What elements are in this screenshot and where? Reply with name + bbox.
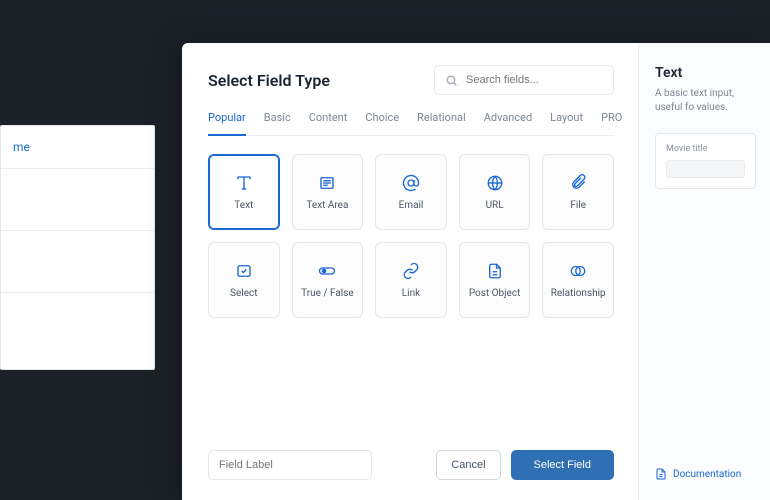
field-card-label: URL bbox=[486, 200, 504, 211]
field-card-label: Email bbox=[399, 200, 424, 211]
link-icon bbox=[402, 262, 420, 280]
field-card-file[interactable]: File bbox=[542, 154, 614, 230]
bg-panel-header: me bbox=[1, 126, 154, 169]
tab-content[interactable]: Content bbox=[309, 111, 348, 135]
field-label-input[interactable] bbox=[208, 450, 372, 480]
text-icon bbox=[235, 174, 253, 192]
field-card-label: Link bbox=[402, 288, 420, 299]
modal-title: Select Field Type bbox=[208, 71, 330, 90]
field-card-label: Text bbox=[234, 200, 253, 211]
field-card-label: File bbox=[570, 200, 586, 211]
field-card-select[interactable]: Select bbox=[208, 242, 280, 318]
field-card-url[interactable]: URL bbox=[459, 154, 531, 230]
preview-input bbox=[666, 160, 745, 178]
field-card-email[interactable]: Email bbox=[375, 154, 447, 230]
doc-label: Documentation bbox=[673, 469, 741, 480]
file-icon bbox=[569, 174, 587, 192]
tab-pro[interactable]: PRO bbox=[601, 111, 622, 135]
background-panel: me bbox=[0, 125, 155, 370]
tab-layout[interactable]: Layout bbox=[550, 111, 583, 135]
preview-box: Movie title bbox=[655, 133, 756, 189]
textarea-icon bbox=[318, 174, 336, 192]
select-icon bbox=[235, 262, 253, 280]
select-field-button[interactable]: Select Field bbox=[511, 450, 614, 480]
bg-panel-row bbox=[1, 169, 154, 231]
field-card-label: True / False bbox=[301, 288, 354, 299]
search-input-wrapper[interactable] bbox=[434, 65, 614, 95]
tabs: Popular Basic Content Choice Relational Advan… bbox=[208, 111, 614, 136]
field-card-textarea[interactable]: Text Area bbox=[292, 154, 364, 230]
footer: Cancel Select Field bbox=[208, 450, 614, 480]
field-card-text[interactable]: Text bbox=[208, 154, 280, 230]
tab-relational[interactable]: Relational bbox=[417, 111, 466, 135]
tab-advanced[interactable]: Advanced bbox=[484, 111, 532, 135]
side-desc: A basic text input, useful fo values. bbox=[655, 87, 756, 115]
modal-main: Select Field Type Popular Basic Content Cho… bbox=[182, 43, 638, 500]
tab-basic[interactable]: Basic bbox=[264, 111, 291, 135]
field-grid: Text Text Area Email URL File Select True / Fa… bbox=[208, 154, 614, 318]
search-input[interactable] bbox=[466, 74, 603, 86]
tab-choice[interactable]: Choice bbox=[365, 111, 399, 135]
doc-icon bbox=[655, 468, 667, 480]
field-card-label: Select bbox=[230, 288, 257, 299]
field-card-toggle[interactable]: True / False bbox=[292, 242, 364, 318]
field-type-modal: Select Field Type Popular Basic Content Cho… bbox=[182, 43, 770, 500]
post-icon bbox=[486, 262, 504, 280]
field-card-post[interactable]: Post Object bbox=[459, 242, 531, 318]
title-row: Select Field Type bbox=[208, 65, 614, 95]
relation-icon bbox=[569, 262, 587, 280]
bg-panel-row bbox=[1, 231, 154, 293]
search-icon bbox=[445, 74, 458, 87]
field-card-label: Post Object bbox=[469, 288, 521, 299]
field-card-label: Relationship bbox=[551, 288, 606, 299]
side-panel: Text A basic text input, useful fo value… bbox=[638, 43, 770, 500]
side-title: Text bbox=[655, 65, 756, 81]
email-icon bbox=[402, 174, 420, 192]
documentation-link[interactable]: Documentation bbox=[655, 468, 756, 480]
field-card-relation[interactable]: Relationship bbox=[542, 242, 614, 318]
tab-popular[interactable]: Popular bbox=[208, 111, 246, 136]
url-icon bbox=[486, 174, 504, 192]
field-card-label: Text Area bbox=[306, 200, 348, 211]
toggle-icon bbox=[318, 262, 336, 280]
cancel-button[interactable]: Cancel bbox=[436, 450, 500, 480]
preview-label: Movie title bbox=[666, 144, 745, 154]
field-card-link[interactable]: Link bbox=[375, 242, 447, 318]
